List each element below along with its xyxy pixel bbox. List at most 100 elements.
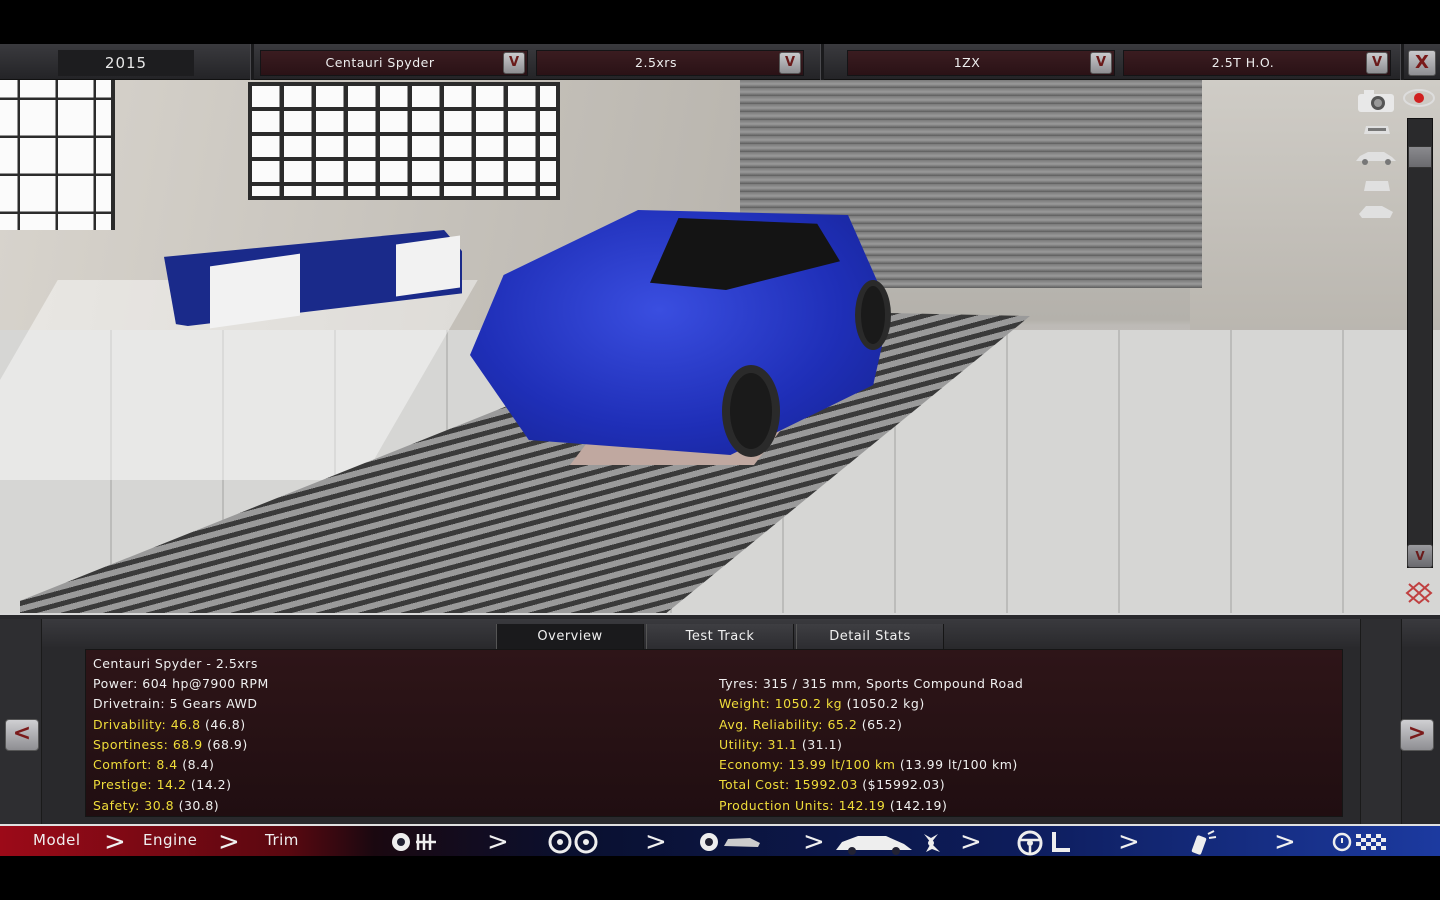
stat-value: Production Units: 142.19 bbox=[719, 798, 886, 813]
close-button[interactable]: X bbox=[1408, 50, 1436, 76]
chevron-right-icon: > bbox=[487, 827, 509, 857]
chevron-down-icon[interactable]: V bbox=[1090, 52, 1112, 74]
stats-panel: Overview Test Track Detail Stats < > Cen… bbox=[0, 613, 1440, 826]
stat-value: Total Cost: 15992.03 bbox=[719, 777, 858, 792]
stat-power: Power: 604 hp@7900 RPM bbox=[93, 676, 269, 691]
stat-reliability: Avg. Reliability: 65.2 (65.2) bbox=[719, 717, 902, 732]
divider bbox=[820, 44, 824, 80]
nav-engine[interactable]: Engine bbox=[143, 831, 197, 849]
window bbox=[0, 80, 115, 230]
chevron-down-icon[interactable]: V bbox=[779, 52, 801, 74]
stat-tyres: Tyres: 315 / 315 mm, Sports Compound Roa… bbox=[719, 676, 1024, 691]
car-wheel bbox=[722, 365, 780, 457]
stat-prestige: Prestige: 14.2 (14.2) bbox=[93, 777, 231, 792]
stat-value: Weight: 1050.2 kg bbox=[719, 696, 843, 711]
divider bbox=[1400, 44, 1404, 80]
model-dropdown[interactable]: Centauri Spyder V bbox=[260, 50, 528, 76]
side-panel-right bbox=[1360, 619, 1402, 826]
stat-sportiness: Sportiness: 68.9 (68.9) bbox=[93, 737, 248, 752]
camera-icon[interactable] bbox=[1356, 88, 1396, 114]
chevron-down-icon[interactable]: V bbox=[1366, 52, 1388, 74]
body-panel-icon[interactable] bbox=[698, 830, 764, 854]
stat-previous: (142.19) bbox=[885, 798, 948, 813]
next-button[interactable]: > bbox=[1400, 719, 1434, 751]
trim-dropdown[interactable]: 2.5xrs V bbox=[536, 50, 804, 76]
chevron-right-icon: > bbox=[104, 827, 126, 857]
letterbox-bottom bbox=[0, 856, 1440, 900]
stat-previous: (8.4) bbox=[177, 757, 215, 772]
stat-previous: (31.1) bbox=[797, 737, 843, 752]
wheels-icon[interactable] bbox=[548, 830, 598, 854]
chevron-right-icon: > bbox=[1274, 827, 1296, 857]
workbench-door bbox=[210, 253, 300, 329]
window bbox=[248, 82, 560, 200]
stat-value: Prestige: 14.2 bbox=[93, 777, 187, 792]
chevron-right-icon: > bbox=[803, 827, 825, 857]
car-perspective-view-icon[interactable] bbox=[1356, 202, 1396, 222]
record-icon[interactable] bbox=[1402, 88, 1436, 108]
stat-previous: (13.99 lt/100 km) bbox=[895, 757, 1018, 772]
stat-value: Avg. Reliability: 65.2 bbox=[719, 717, 858, 732]
nav-trim[interactable]: Trim bbox=[265, 831, 299, 849]
stat-previous: (1050.2 kg) bbox=[842, 696, 925, 711]
stat-previous: (65.2) bbox=[857, 717, 903, 732]
chevron-right-icon: > bbox=[960, 827, 982, 857]
stat-safety: Safety: 30.8 (30.8) bbox=[93, 798, 219, 813]
stat-utility: Utility: 31.1 (31.1) bbox=[719, 737, 842, 752]
stat-comfort: Comfort: 8.4 (8.4) bbox=[93, 757, 214, 772]
stat-drivability: Drivability: 46.8 (46.8) bbox=[93, 717, 246, 732]
chevron-right-icon: > bbox=[218, 827, 240, 857]
chevron-right-icon: > bbox=[1118, 827, 1140, 857]
stat-value: Sportiness: 68.9 bbox=[93, 737, 203, 752]
stat-weight: Weight: 1050.2 kg (1050.2 kg) bbox=[719, 696, 925, 711]
previous-button[interactable]: < bbox=[5, 719, 39, 751]
overview-stats: Centauri Spyder - 2.5xrs Power: 604 hp@7… bbox=[85, 649, 1343, 817]
car-side-view-icon[interactable] bbox=[1354, 148, 1398, 166]
stat-drivetrain: Drivetrain: 5 Gears AWD bbox=[93, 696, 258, 711]
scrollbar-thumb[interactable] bbox=[1408, 146, 1432, 168]
car-aero-fan-icon[interactable] bbox=[834, 830, 944, 856]
car-front-view-icon[interactable] bbox=[1360, 120, 1394, 138]
stat-value: Economy: 13.99 lt/100 km bbox=[719, 757, 896, 772]
engine-family-value: 1ZX bbox=[953, 55, 981, 70]
top-bar: 2015 Centauri Spyder V 2.5xrs V 1ZX V 2.… bbox=[0, 44, 1440, 80]
testing-spray-icon[interactable] bbox=[1188, 830, 1218, 856]
garage-viewport[interactable] bbox=[0, 80, 1440, 613]
reset-view-icon[interactable] bbox=[1404, 580, 1434, 606]
trim-value: 2.5xrs bbox=[635, 55, 677, 70]
stat-previous: (30.8) bbox=[174, 798, 220, 813]
model-value: Centauri Spyder bbox=[325, 55, 435, 70]
interior-steering-seat-icon[interactable] bbox=[1016, 830, 1076, 856]
stat-value: Safety: 30.8 bbox=[93, 798, 175, 813]
stat-production-units: Production Units: 142.19 (142.19) bbox=[719, 798, 947, 813]
car-title: Centauri Spyder - 2.5xrs bbox=[93, 656, 258, 671]
chassis-suspension-icon[interactable] bbox=[390, 830, 446, 854]
workbench-door bbox=[396, 235, 460, 297]
tab-detail-stats[interactable]: Detail Stats bbox=[796, 624, 944, 650]
car-wheel bbox=[855, 280, 891, 350]
stat-previous: (68.9) bbox=[202, 737, 248, 752]
finish-checkered-flag-icon[interactable] bbox=[1332, 830, 1392, 854]
stat-value: Utility: 31.1 bbox=[719, 737, 798, 752]
car-rear-view-icon[interactable] bbox=[1360, 176, 1394, 194]
engine-family-dropdown[interactable]: 1ZX V bbox=[847, 50, 1115, 76]
letterbox-top bbox=[0, 0, 1440, 44]
tab-bar: Overview Test Track Detail Stats bbox=[0, 619, 1440, 650]
chevron-down-icon[interactable]: V bbox=[503, 52, 525, 74]
engine-variant-value: 2.5T H.O. bbox=[1211, 55, 1275, 70]
stat-previous: ($15992.03) bbox=[857, 777, 946, 792]
stat-total-cost: Total Cost: 15992.03 ($15992.03) bbox=[719, 777, 945, 792]
stat-value: Drivability: 46.8 bbox=[93, 717, 201, 732]
design-step-nav: Model > Engine > Trim > > > > > > bbox=[0, 824, 1440, 856]
scrollbar-track[interactable] bbox=[1407, 118, 1433, 568]
stat-previous: (46.8) bbox=[200, 717, 246, 732]
stat-economy: Economy: 13.99 lt/100 km (13.99 lt/100 k… bbox=[719, 757, 1018, 772]
nav-model[interactable]: Model bbox=[33, 831, 81, 849]
stat-previous: (14.2) bbox=[186, 777, 232, 792]
engine-variant-dropdown[interactable]: 2.5T H.O. V bbox=[1123, 50, 1391, 76]
divider bbox=[250, 44, 254, 80]
scroll-down-button[interactable]: V bbox=[1407, 544, 1433, 568]
tab-overview[interactable]: Overview bbox=[496, 624, 644, 650]
tab-test-track[interactable]: Test Track bbox=[646, 624, 794, 650]
chevron-right-icon: > bbox=[645, 827, 667, 857]
